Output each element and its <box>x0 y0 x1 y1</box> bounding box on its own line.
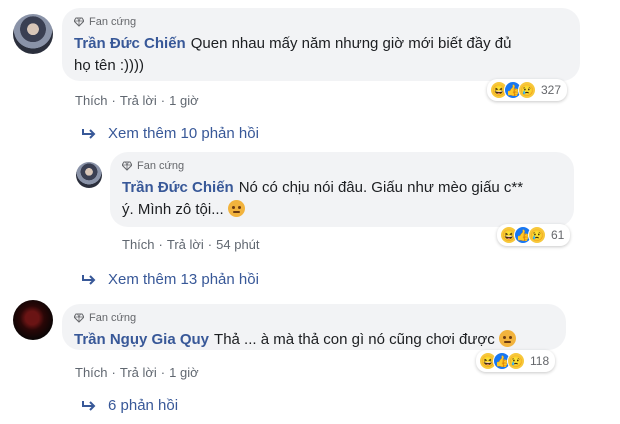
comment-text-line: Thả ... à mà thả con gì nó cũng chơi đượ… <box>214 331 495 348</box>
comment-text-line: họ tên :)))) <box>74 57 145 74</box>
comment-author[interactable]: Trần Đức Chiến <box>122 179 234 196</box>
separator: · <box>158 237 163 252</box>
reply-button[interactable]: Trả lời <box>120 365 157 380</box>
comment-text-line: Quen nhau mấy năm nhưng giờ mới biết đầy… <box>190 35 512 52</box>
disappointed-emoji-icon <box>498 330 516 347</box>
timestamp[interactable]: 1 giờ <box>169 365 199 380</box>
reaction-count: 118 <box>530 354 550 368</box>
avatar[interactable] <box>13 300 53 340</box>
view-more-label[interactable]: 6 phản hồi <box>108 397 178 414</box>
comment-text: ý. Mình zô tội... <box>122 199 562 221</box>
view-more-replies[interactable]: Xem thêm 13 phản hồi <box>82 271 259 288</box>
view-more-replies[interactable]: Xem thêm 10 phản hồi <box>82 125 259 142</box>
like-button[interactable]: Thích <box>75 93 108 108</box>
sad-icon: 😢 <box>518 81 536 99</box>
separator: · <box>160 93 166 108</box>
separator: · <box>111 93 116 108</box>
reaction-count: 61 <box>551 228 565 242</box>
badge-label: Fan cứng <box>89 16 137 28</box>
reply-arrow-icon <box>82 128 96 139</box>
reactions-summary[interactable]: 😆 👍 😢 118 <box>476 350 556 372</box>
diamond-icon <box>74 313 84 323</box>
reply-arrow-icon <box>82 400 96 411</box>
fan-badge: Fan cứng <box>74 311 554 325</box>
sad-icon: 😢 <box>528 226 546 244</box>
reply-button[interactable]: Trả lời <box>120 93 157 108</box>
comment-actions: Thích · Trả lời · 1 giờ <box>75 365 199 380</box>
fan-badge: Fan cứng <box>74 15 568 29</box>
like-button[interactable]: Thích <box>75 365 108 380</box>
reactions-summary[interactable]: 😆 👍 😢 61 <box>497 224 571 246</box>
view-more-replies[interactable]: 6 phản hồi <box>82 397 178 414</box>
comment-actions: Thích · Trả lời · 54 phút <box>122 237 260 252</box>
badge-label: Fan cứng <box>137 160 185 172</box>
separator: · <box>160 365 166 380</box>
comment-text: Trần Ngụy Gia Quy Thả ... à mà thả con gì… <box>74 329 554 351</box>
comment-bubble: Fan cứng Trần Đức Chiến Quen nhau mấy năm… <box>62 8 580 81</box>
badge-label: Fan cứng <box>89 312 137 324</box>
diamond-icon <box>122 161 132 171</box>
reply-arrow-icon <box>82 274 96 285</box>
reaction-count: 327 <box>541 83 562 97</box>
comment-text: Trần Đức Chiến Nó có chịu nói đâu. Giấu n… <box>122 177 562 199</box>
reactions-summary[interactable]: 😆 👍 😢 327 <box>487 79 568 101</box>
comment-author[interactable]: Trần Đức Chiến <box>74 35 186 52</box>
sad-icon: 😢 <box>507 352 525 370</box>
comment-author[interactable]: Trần Ngụy Gia Quy <box>74 331 209 348</box>
comment-text-line: Nó có chịu nói đâu. Giấu như mèo giấu c*… <box>238 179 524 196</box>
angry-emoji-icon <box>227 200 245 217</box>
like-button[interactable]: Thích <box>122 237 155 252</box>
comment-text: Trần Đức Chiến Quen nhau mấy năm nhưng gi… <box>74 33 568 55</box>
diamond-icon <box>74 17 84 27</box>
comment-bubble: Fan cứng Trần Đức Chiến Nó có chịu nói đâ… <box>110 152 574 227</box>
comment-bubble: Fan cứng Trần Ngụy Gia Quy Thả ... à mà t… <box>62 304 566 350</box>
separator: · <box>207 237 213 252</box>
comment-actions: Thích · Trả lời · 1 giờ <box>75 93 199 108</box>
timestamp[interactable]: 54 phút <box>216 237 259 252</box>
avatar[interactable] <box>76 162 102 188</box>
comment-text-line: ý. Mình zô tội... <box>122 201 224 218</box>
fan-badge: Fan cứng <box>122 159 562 173</box>
view-more-label[interactable]: Xem thêm 13 phản hồi <box>108 271 259 288</box>
reply-button[interactable]: Trả lời <box>167 237 204 252</box>
timestamp[interactable]: 1 giờ <box>169 93 199 108</box>
avatar[interactable] <box>13 14 53 54</box>
view-more-label[interactable]: Xem thêm 10 phản hồi <box>108 125 259 142</box>
separator: · <box>111 365 116 380</box>
